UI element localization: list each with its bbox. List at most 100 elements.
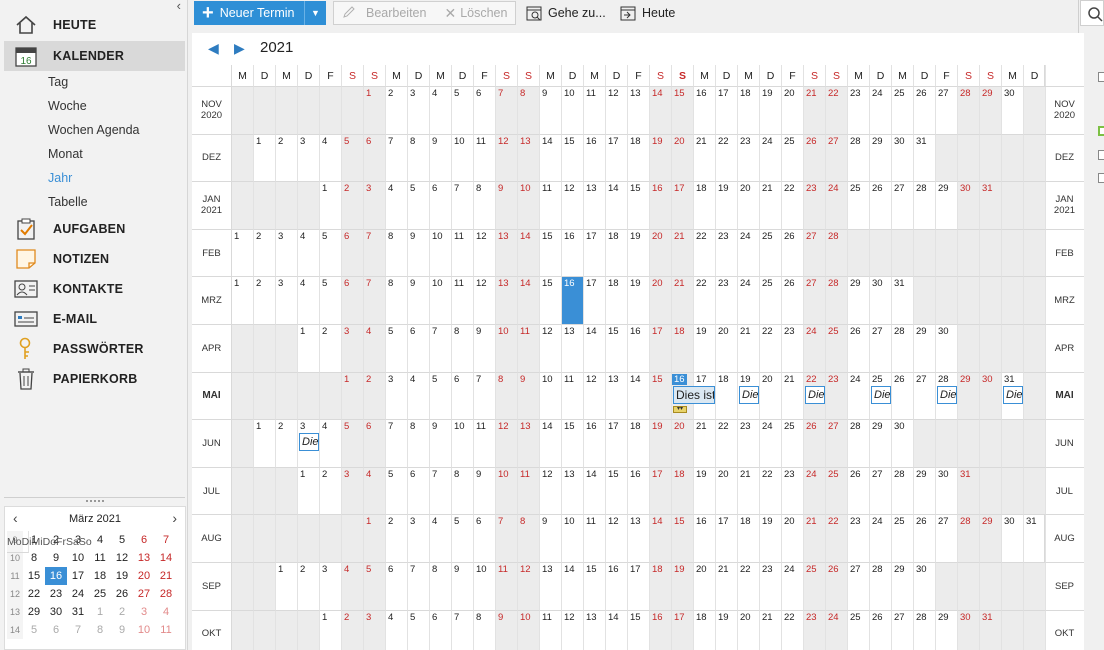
mini-day[interactable]: 23 [45,585,67,603]
day-cell[interactable]: 28 [892,325,914,373]
day-cell[interactable]: 18 [650,563,672,611]
day-cell[interactable]: 27 [826,134,848,183]
day-cell[interactable]: 29 [936,182,958,230]
day-cell[interactable]: 3 [364,182,386,230]
mini-day[interactable]: 14 [155,549,177,567]
month-label[interactable]: JAN 2021 [192,182,232,230]
mini-day[interactable]: 3 [133,603,155,621]
day-cell[interactable]: 18 [606,277,628,325]
day-cell[interactable]: 30 [980,372,1002,421]
day-cell[interactable]: 1 [276,563,298,611]
nav-passwoerter[interactable]: PASSWÖRTER [8,335,185,363]
day-cell[interactable]: 26 [826,563,848,611]
panel-checkbox[interactable] [1098,72,1104,82]
day-cell[interactable]: 30 [936,325,958,373]
day-cell[interactable]: 9 [496,182,518,230]
day-cell[interactable]: 8 [474,610,496,650]
day-cell[interactable]: 23 [826,372,848,421]
mini-day[interactable]: 22 [23,585,45,603]
day-cell[interactable]: 27 [870,467,892,516]
day-cell[interactable]: 24 [848,372,870,421]
day-cell[interactable]: 21 [760,182,782,230]
nav-papierkorb[interactable]: PAPIERKORB [8,365,185,393]
day-cell[interactable]: 20 [716,467,738,516]
mini-day[interactable]: 4 [155,603,177,621]
day-cell[interactable]: 21 [760,610,782,650]
edit-button[interactable]: Bearbeiten [366,6,426,20]
day-cell[interactable]: 2 [386,87,408,135]
day-cell[interactable]: 16 [584,420,606,468]
day-cell[interactable]: 2 [320,467,342,516]
day-cell[interactable]: 7 [386,420,408,468]
day-cell[interactable]: 29 [958,372,980,421]
day-cell[interactable]: 16 [628,467,650,516]
day-cell[interactable]: 24 [870,87,892,135]
day-cell[interactable]: 23 [848,87,870,135]
day-cell[interactable]: 25 [782,420,804,468]
day-cell[interactable]: 1 [254,134,276,183]
day-cell[interactable]: 4 [364,467,386,516]
day-cell[interactable]: 18 [694,610,716,650]
day-cell[interactable]: 23 [738,420,760,468]
day-cell[interactable]: 27 [804,277,826,325]
day-cell[interactable]: 8 [518,515,540,563]
day-cell[interactable]: 22 [694,229,716,278]
day-cell[interactable]: 28 [914,182,936,230]
day-cell[interactable]: 19 [716,182,738,230]
nav-kontakte[interactable]: KONTAKTE [8,275,185,303]
new-appointment-dropdown-icon[interactable]: ▼ [304,1,326,25]
day-cell[interactable]: 3 [276,229,298,278]
day-cell[interactable]: 1 [364,87,386,135]
day-cell[interactable]: 10 [496,467,518,516]
day-cell[interactable]: 2 [254,229,276,278]
day-cell[interactable]: 24 [760,134,782,183]
day-cell[interactable]: 9 [518,372,540,421]
day-cell[interactable]: 11 [496,563,518,611]
day-cell[interactable]: 8 [430,563,452,611]
day-cell[interactable]: 17 [672,182,694,230]
day-cell[interactable]: 31 [958,467,980,516]
day-cell[interactable]: 19 [628,277,650,325]
day-cell[interactable]: 15 [672,515,694,563]
day-cell[interactable]: 5 [386,325,408,373]
day-cell[interactable]: 22 [760,467,782,516]
day-cell[interactable]: 29 [848,277,870,325]
day-cell[interactable]: 13 [496,229,518,278]
day-cell[interactable]: 19 [694,467,716,516]
day-cell[interactable]: 12 [474,229,496,278]
day-cell[interactable]: 8 [408,134,430,183]
day-cell[interactable]: 14 [584,467,606,516]
mini-day[interactable]: 7 [155,531,177,549]
day-cell[interactable]: 17 [606,420,628,468]
day-cell[interactable]: 14 [518,277,540,325]
day-cell[interactable]: 19 [650,134,672,183]
day-cell[interactable]: 16 [562,229,584,278]
day-cell[interactable]: 20 [760,372,782,421]
day-cell[interactable]: 24 [760,420,782,468]
mini-day[interactable]: 24 [67,585,89,603]
month-label[interactable]: FEB [1044,229,1084,278]
month-label[interactable]: NOV 2020 [1044,87,1084,135]
day-cell[interactable]: 6 [342,277,364,325]
mini-day[interactable]: 11 [155,621,177,639]
day-cell[interactable]: 15 [650,372,672,421]
day-cell[interactable]: 7 [496,515,518,563]
day-cell[interactable]: 18 [628,420,650,468]
day-cell[interactable]: 4 [320,420,342,468]
day-cell[interactable]: 14 [584,325,606,373]
day-cell[interactable]: 23 [760,563,782,611]
mini-day[interactable]: 1 [89,603,111,621]
day-cell[interactable]: 15 [672,87,694,135]
day-cell[interactable]: 28 [826,229,848,278]
day-cell[interactable]: 19 [650,420,672,468]
day-cell[interactable]: 30 [870,277,892,325]
month-label[interactable]: JUL [1044,467,1084,516]
day-cell[interactable]: 20 [716,325,738,373]
day-cell[interactable]: 12 [606,515,628,563]
day-cell[interactable]: 12 [562,610,584,650]
day-cell[interactable]: 23 [716,229,738,278]
day-cell[interactable]: 27 [936,515,958,563]
day-cell[interactable]: 22 [738,563,760,611]
day-cell[interactable]: 26 [804,134,826,183]
day-cell[interactable]: 29 [936,610,958,650]
